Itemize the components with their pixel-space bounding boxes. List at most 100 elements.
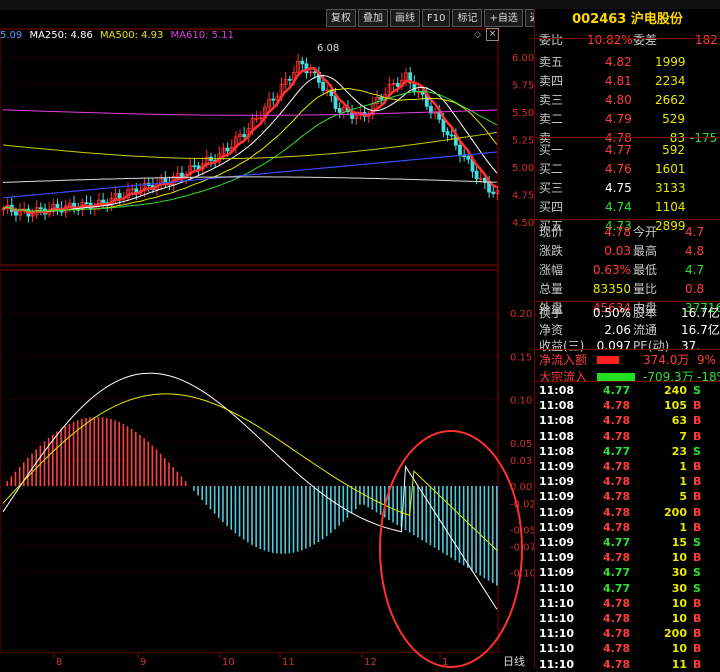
candle-body: [458, 144, 462, 157]
price-tick-label: 4.50: [512, 218, 534, 229]
trade-side: S: [693, 384, 701, 397]
ask-row[interactable]: 卖三 4.80 2662: [535, 91, 720, 110]
stat-row: 现价 4.78 今开 4.7: [535, 223, 720, 242]
bid-row[interactable]: 买四 4.74 1104: [535, 198, 720, 217]
legend-ma610: MA610: 5.11: [170, 30, 234, 41]
bid-row[interactable]: 买三 4.75 3133: [535, 179, 720, 198]
price-tick-label: 6.00: [512, 53, 534, 64]
candle-body: [449, 134, 454, 137]
bid-price: 4.76: [605, 162, 632, 176]
candle-body: [445, 131, 450, 136]
trade-volume: 63: [671, 414, 687, 428]
stat-label: 涨跌: [539, 244, 564, 258]
candle-body: [300, 60, 305, 65]
trade-volume: 240: [664, 384, 687, 397]
candle-body: [271, 98, 276, 101]
candle-body: [321, 81, 325, 91]
triangle-icon[interactable]: ◇: [474, 30, 481, 40]
ask-price: 4.80: [605, 93, 632, 107]
trade-row[interactable]: 11:10 4.78 200 B: [535, 626, 720, 641]
price-tick-label: 4.75: [512, 191, 534, 202]
trade-row[interactable]: 11:10 4.78 11 B: [535, 657, 720, 672]
macd-tick-label: 0.03: [510, 456, 532, 467]
ma250-line: [2, 176, 497, 183]
trade-side: B: [693, 429, 702, 443]
trade-side: B: [693, 399, 702, 413]
date-tick-label: 10: [222, 657, 235, 668]
ask-row[interactable]: 卖五 4.82 1999: [535, 53, 720, 72]
panel-separator: [535, 219, 720, 220]
trade-volume: 10: [671, 551, 687, 565]
trade-volume: 10: [671, 642, 687, 656]
candle-body: [395, 82, 400, 87]
order-diff-label: 委差: [633, 33, 658, 47]
ask-volume: 529: [662, 112, 685, 126]
macd-tick-label: 0.05: [510, 439, 532, 450]
bid-row[interactable]: 买一 4.77 592: [535, 141, 720, 160]
trade-row[interactable]: 11:10 4.77 30 S: [535, 581, 720, 596]
trade-time: 11:10: [539, 612, 575, 625]
ma610-line: [2, 109, 497, 116]
trade-side: B: [693, 460, 702, 473]
trade-price: 4.78: [603, 460, 631, 473]
macd-panel-frame: [0, 269, 499, 654]
trade-row[interactable]: 11:08 4.77 23 S: [535, 444, 720, 459]
ask-row[interactable]: 卖二 4.79 529: [535, 110, 720, 129]
macd-tick-label: 0.10: [510, 396, 532, 407]
ask-row[interactable]: 卖四 4.81 2234: [535, 72, 720, 91]
candle-body: [117, 193, 122, 199]
trade-row[interactable]: 11:08 4.78 63 B: [535, 413, 720, 428]
trade-row[interactable]: 11:09 4.78 5 B: [535, 489, 720, 504]
trade-side: B: [693, 520, 702, 534]
bid-row[interactable]: 买二 4.76 1601: [535, 160, 720, 179]
trade-row[interactable]: 11:08 4.78 7 B: [535, 429, 720, 444]
stat-row: 涨跌 0.03 最高 4.8: [535, 242, 720, 261]
trade-row[interactable]: 11:09 4.77 30 S: [535, 565, 720, 580]
candle-body: [466, 156, 471, 160]
price-tick-label: 5.00: [512, 163, 534, 174]
trade-time: 11:09: [539, 505, 575, 519]
date-axis-bg: [0, 653, 535, 668]
trade-volume: 1: [679, 475, 687, 489]
trade-row[interactable]: 11:09 4.78 200 B: [535, 505, 720, 520]
legend-ma250: MA250: 4.86: [29, 30, 93, 41]
trade-row[interactable]: 11:10 4.78 10 B: [535, 611, 720, 626]
trade-row[interactable]: 11:09 4.78 1 B: [535, 459, 720, 474]
ask-label: 卖二: [539, 112, 564, 126]
trade-row[interactable]: 11:10 4.78 10 B: [535, 641, 720, 656]
flow-bar: [597, 373, 635, 381]
trade-volume: 1: [679, 460, 687, 473]
trade-row[interactable]: 11:08 4.77 240 S: [535, 383, 720, 398]
bid-price: 4.77: [605, 143, 632, 157]
trade-volume: 10: [671, 612, 687, 625]
trade-time: 11:10: [539, 581, 575, 595]
ask-price: 4.81: [605, 74, 632, 88]
close-icon[interactable]: ×: [486, 28, 499, 41]
trade-side: B: [693, 414, 702, 428]
trade-row[interactable]: 11:09 4.77 15 S: [535, 535, 720, 550]
bid-label: 买二: [539, 162, 564, 176]
stock-name: 沪电股份: [630, 12, 683, 27]
period-label: 日线: [503, 654, 525, 668]
price-chart-area[interactable]: 6.00 5.75 5.50 5.25 5.00 4.75 4.50 0.20 0.15 0.10…: [0, 0, 535, 668]
date-tick-label: 11: [282, 657, 295, 668]
trade-row[interactable]: 11:09 4.78 1 B: [535, 474, 720, 489]
trade-row[interactable]: 11:09 4.78 1 B: [535, 520, 720, 535]
bid-label: 买四: [539, 200, 564, 214]
stock-code: 002463: [572, 12, 627, 27]
trade-price: 4.77: [603, 581, 631, 595]
panel-separator: [535, 38, 720, 39]
trade-price: 4.78: [603, 505, 631, 519]
trade-time: 11:08: [539, 399, 575, 413]
candle-body: [337, 108, 342, 113]
candle-body: [225, 147, 230, 152]
ma-legend: 5.09 MA250: 4.86 MA500: 4.93 MA610: 5.11: [0, 30, 234, 41]
trade-row[interactable]: 11:09 4.78 10 B: [535, 550, 720, 565]
trade-side: S: [693, 536, 701, 549]
trade-row[interactable]: 11:10 4.78 10 B: [535, 596, 720, 611]
order-ratio-value: 10.82%: [587, 33, 633, 47]
trade-side: S: [693, 581, 701, 595]
trade-price: 4.78: [603, 490, 631, 504]
trade-row[interactable]: 11:08 4.78 105 B: [535, 398, 720, 413]
ma-medium-line: [2, 88, 498, 212]
